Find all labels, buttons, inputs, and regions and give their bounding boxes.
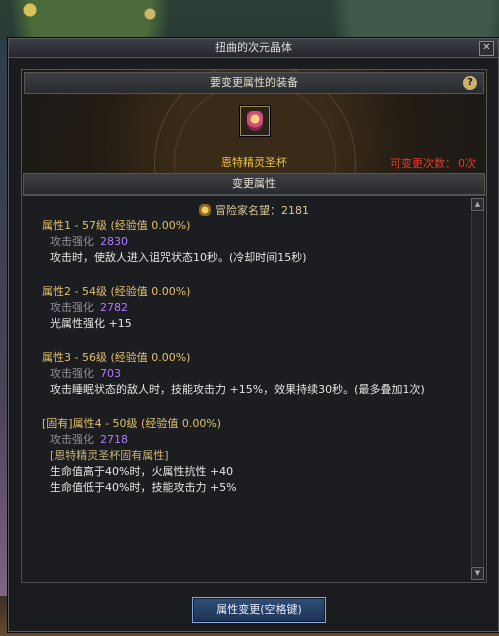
dimension-crystal-window: 扭曲的次元晶体 ✕ 要变更属性的装备 ? 恩特精灵圣杯 可变更次数： 0次 变更属… bbox=[8, 38, 499, 632]
attack-label: 攻击强化 bbox=[50, 433, 94, 446]
equipment-item-slot[interactable] bbox=[240, 106, 270, 136]
attribute-block-1[interactable]: 属性1 - 57级 (经验值 0.00%) 攻击强化 2830 攻击时，使敌人进入… bbox=[42, 218, 462, 266]
attack-value: 2830 bbox=[100, 235, 128, 248]
attribute-block-3[interactable]: 属性3 - 56级 (经验值 0.00%) 攻击强化 703 攻击睡眠状态的敌人时… bbox=[42, 350, 462, 398]
attribute-title: 属性2 - 54级 (经验值 0.00%) bbox=[42, 285, 191, 298]
attribute-effect: 攻击睡眠状态的敌人时，技能攻击力 +15%，效果持续30秒。(最多叠加1次) bbox=[50, 383, 425, 396]
attack-label: 攻击强化 bbox=[50, 367, 94, 380]
attribute-title: 属性3 - 56级 (经验值 0.00%) bbox=[42, 351, 191, 364]
attribute-header-label: 变更属性 bbox=[232, 177, 276, 190]
attack-label: 攻击强化 bbox=[50, 235, 94, 248]
attribute-effect: 光属性强化 +15 bbox=[50, 317, 132, 330]
attribute-block-2[interactable]: 属性2 - 54级 (经验值 0.00%) 攻击强化 2782 光属性强化 +15 bbox=[42, 284, 462, 332]
attribute-effect: 生命值低于40%时，技能攻击力 +5% bbox=[50, 481, 237, 494]
equipment-header-label: 要变更属性的装备 bbox=[210, 76, 298, 89]
close-icon[interactable]: ✕ bbox=[479, 41, 494, 56]
fame-label: 冒险家名望： bbox=[215, 204, 281, 217]
fixed-attribute-label: [恩特精灵圣杯固有属性] bbox=[50, 449, 169, 462]
attribute-list: 属性1 - 57级 (经验值 0.00%) 攻击强化 2830 攻击时，使敌人进入… bbox=[42, 218, 462, 514]
attribute-section-header: 变更属性 bbox=[23, 173, 485, 195]
scroll-down-icon[interactable]: ▼ bbox=[471, 567, 484, 580]
attribute-list-box: 冒险家名望：2181 属性1 - 57级 (经验值 0.00%) 攻击强化 283… bbox=[21, 195, 487, 583]
attack-value: 2782 bbox=[100, 301, 128, 314]
attribute-effect: 生命值高于40%时，火属性抗性 +40 bbox=[50, 465, 234, 478]
scrollbar-track[interactable] bbox=[471, 212, 484, 566]
equipment-section-header: 要变更属性的装备 ? bbox=[24, 72, 484, 94]
scroll-up-icon[interactable]: ▲ bbox=[471, 198, 484, 211]
attack-value: 703 bbox=[100, 367, 121, 380]
window-titlebar[interactable]: 扭曲的次元晶体 ✕ bbox=[9, 39, 498, 58]
change-count-value: 0次 bbox=[458, 157, 476, 170]
attribute-block-4[interactable]: [固有]属性4 - 50级 (经验值 0.00%) 攻击强化 2718 [恩特精灵… bbox=[42, 416, 462, 496]
change-count-label: 可变更次数： bbox=[390, 157, 456, 170]
chalice-icon bbox=[247, 111, 263, 131]
adventurer-fame: 冒险家名望：2181 bbox=[22, 202, 486, 218]
attribute-title: [固有]属性4 - 50级 (经验值 0.00%) bbox=[42, 417, 222, 430]
item-name: 恩特精灵圣杯 bbox=[221, 156, 287, 169]
attack-label: 攻击强化 bbox=[50, 301, 94, 314]
window-title: 扭曲的次元晶体 bbox=[215, 41, 292, 54]
help-icon[interactable]: ? bbox=[463, 76, 477, 90]
attribute-effect: 攻击时，使敌人进入诅咒状态10秒。(冷却时间15秒) bbox=[50, 251, 307, 264]
attack-value: 2718 bbox=[100, 433, 128, 446]
fame-value: 2181 bbox=[281, 204, 309, 217]
change-count: 可变更次数： 0次 bbox=[390, 155, 476, 171]
fame-icon bbox=[199, 204, 211, 216]
attribute-title: 属性1 - 57级 (经验值 0.00%) bbox=[42, 219, 191, 232]
change-attribute-button[interactable]: 属性变更(空格键) bbox=[192, 597, 326, 623]
